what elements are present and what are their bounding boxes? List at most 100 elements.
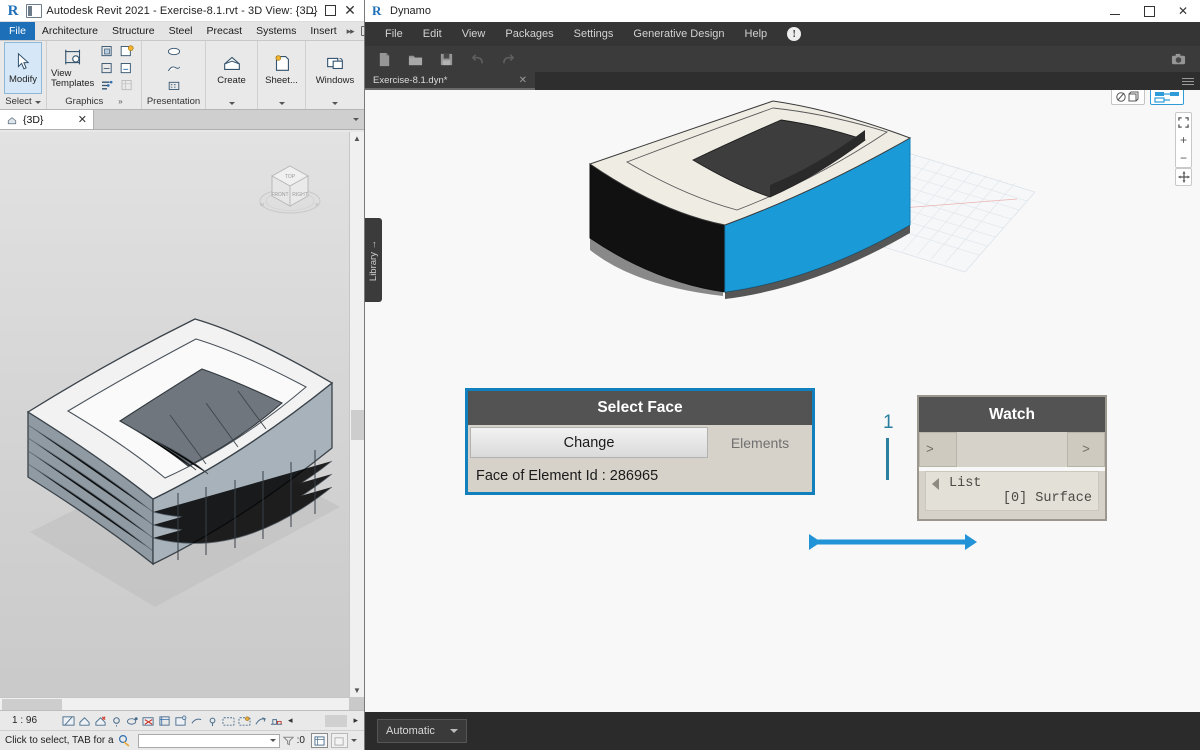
collapse-triangle-icon[interactable] (932, 478, 939, 490)
revit-minimize-button[interactable] (300, 1, 320, 21)
show-crop-region-icon[interactable] (174, 715, 187, 727)
camera-icon[interactable] (1171, 52, 1186, 67)
workspace-menu-icon[interactable] (1182, 78, 1194, 85)
menu-edit[interactable]: Edit (413, 22, 452, 46)
scale-icon[interactable] (62, 715, 75, 727)
sketchy-lines-icon[interactable] (166, 61, 182, 76)
change-button[interactable]: Change (470, 427, 708, 458)
ribbon-tab-insert[interactable]: Insert (303, 22, 343, 40)
analytical-model-icon[interactable] (238, 715, 251, 727)
workspace-tab[interactable]: Exercise-8.1.dyn* ✕ (365, 72, 535, 90)
node-select-face[interactable]: Select Face Change Elements Face of Elem… (465, 388, 815, 495)
dynamo-close-button[interactable]: ✕ (1166, 0, 1200, 22)
graphics-dialog-launcher-icon[interactable]: » (118, 95, 122, 109)
output-port-elements[interactable]: Elements (708, 425, 812, 460)
watch-list-row[interactable]: List (932, 476, 1092, 491)
dynamo-minimize-button[interactable] (1098, 0, 1132, 22)
input-port-watch[interactable]: > (919, 432, 957, 467)
status-overflow-icon[interactable] (351, 739, 357, 742)
chevron-down-icon[interactable] (35, 101, 41, 104)
ribbon-tab-steel[interactable]: Steel (162, 22, 200, 40)
render-in-cloud-icon[interactable] (166, 78, 182, 93)
output-port-watch[interactable]: > (1067, 432, 1105, 467)
sheet-panel-dropdown[interactable] (258, 97, 305, 109)
menu-file[interactable]: File (375, 22, 413, 46)
detail-level-icon[interactable] (78, 715, 91, 727)
scroll-down-icon[interactable]: ▼ (350, 684, 364, 697)
windows-panel-dropdown[interactable] (306, 97, 364, 109)
shadows-icon[interactable] (126, 715, 139, 727)
shadows-icon[interactable] (166, 44, 182, 59)
create-button[interactable]: Create (210, 43, 253, 95)
revit-horizontal-scrollbar[interactable] (0, 697, 349, 710)
watch-output-content[interactable]: List [0] Surface (925, 471, 1099, 511)
ribbon-tab-architecture[interactable]: Architecture (35, 22, 105, 40)
visibility-graphics-icon[interactable] (99, 44, 115, 59)
view-tabbar-dropdown-icon[interactable] (353, 118, 359, 121)
visual-style-icon[interactable] (94, 715, 107, 727)
revit-maximize-button[interactable] (320, 1, 340, 21)
vertical-scrollbar-thumb[interactable] (351, 410, 364, 440)
dynamo-canvas[interactable]: Library → (365, 90, 1200, 712)
open-file-icon[interactable] (408, 52, 423, 67)
render-settings-icon[interactable] (99, 78, 115, 93)
save-file-icon[interactable] (439, 52, 454, 67)
status-box-2[interactable] (331, 733, 348, 748)
ribbon-tab-file[interactable]: File (0, 22, 35, 40)
ribbon-tab-structure[interactable]: Structure (105, 22, 162, 40)
dynamo-maximize-button[interactable] (1132, 0, 1166, 22)
status-box-1[interactable] (311, 733, 328, 748)
filter-icon[interactable] (282, 734, 295, 747)
status-slider-track[interactable] (325, 715, 347, 727)
scroll-up-icon[interactable]: ▲ (350, 132, 364, 145)
windows-button[interactable]: Windows (310, 43, 360, 95)
library-panel-tab[interactable]: Library → (365, 218, 382, 302)
menu-view[interactable]: View (452, 22, 496, 46)
create-panel-dropdown[interactable] (206, 97, 257, 109)
workspace-tab-close-icon[interactable]: ✕ (519, 75, 527, 86)
revit-close-button[interactable]: ✕ (340, 1, 360, 21)
view-scale[interactable]: 1 : 96 (0, 715, 62, 726)
crop-view-icon[interactable] (158, 715, 171, 727)
modify-button[interactable]: Modify (4, 42, 42, 94)
node-watch[interactable]: Watch > > List [0] Surface (917, 395, 1107, 521)
show-hidden-lines-icon[interactable] (119, 61, 135, 76)
undo-icon[interactable] (470, 52, 485, 67)
menu-packages[interactable]: Packages (495, 22, 563, 46)
view-controls-overflow-icon[interactable]: ◂ (286, 715, 293, 726)
constraints-icon[interactable] (254, 715, 267, 727)
ribbon-tab-systems[interactable]: Systems (249, 22, 303, 40)
lock-3d-view-icon[interactable] (190, 715, 203, 727)
worksharing-display-icon[interactable] (270, 715, 283, 727)
sheet-button[interactable]: Sheet... (262, 43, 301, 95)
render-icon[interactable] (142, 715, 155, 727)
view-tab-3d[interactable]: {3D} ✕ (0, 110, 94, 129)
revit-vertical-scrollbar[interactable]: ▲ ▼ (349, 132, 364, 697)
redo-icon[interactable] (501, 52, 516, 67)
status-filter-input[interactable] (138, 734, 280, 748)
run-mode-select[interactable]: Automatic (377, 719, 467, 743)
sun-path-icon[interactable] (110, 715, 123, 727)
zoom-in-button[interactable]: + (1176, 131, 1191, 149)
notification-info-icon[interactable]: ! (787, 27, 801, 41)
menu-help[interactable]: Help (735, 22, 778, 46)
temporary-hide-icon[interactable] (206, 715, 219, 727)
thin-lines-icon[interactable] (99, 61, 115, 76)
menu-settings[interactable]: Settings (564, 22, 624, 46)
view-tab-close-icon[interactable]: ✕ (78, 113, 87, 126)
menu-generative-design[interactable]: Generative Design (623, 22, 734, 46)
revit-3d-canvas[interactable]: TOP FRONT RIGHT W E (0, 132, 364, 710)
filters-icon[interactable] (119, 44, 135, 59)
ribbon-tab-precast[interactable]: Precast (200, 22, 250, 40)
viewcube-icon[interactable]: TOP FRONT RIGHT W E (253, 154, 327, 224)
status-expand-icon[interactable]: ▸ (353, 715, 358, 726)
new-file-icon[interactable] (377, 52, 392, 67)
horizontal-scrollbar-thumb[interactable] (2, 699, 62, 710)
pan-button[interactable] (1175, 168, 1192, 186)
reveal-hidden-icon[interactable] (222, 715, 235, 727)
ribbon-tabs-overflow-icon[interactable]: ▸▸ (344, 22, 357, 40)
zoom-to-fit-button[interactable] (1176, 113, 1191, 131)
view-templates-button[interactable]: View Templates (51, 47, 96, 89)
zoom-out-button[interactable]: − (1176, 149, 1191, 167)
geometry-view-toggle[interactable] (1111, 90, 1145, 105)
